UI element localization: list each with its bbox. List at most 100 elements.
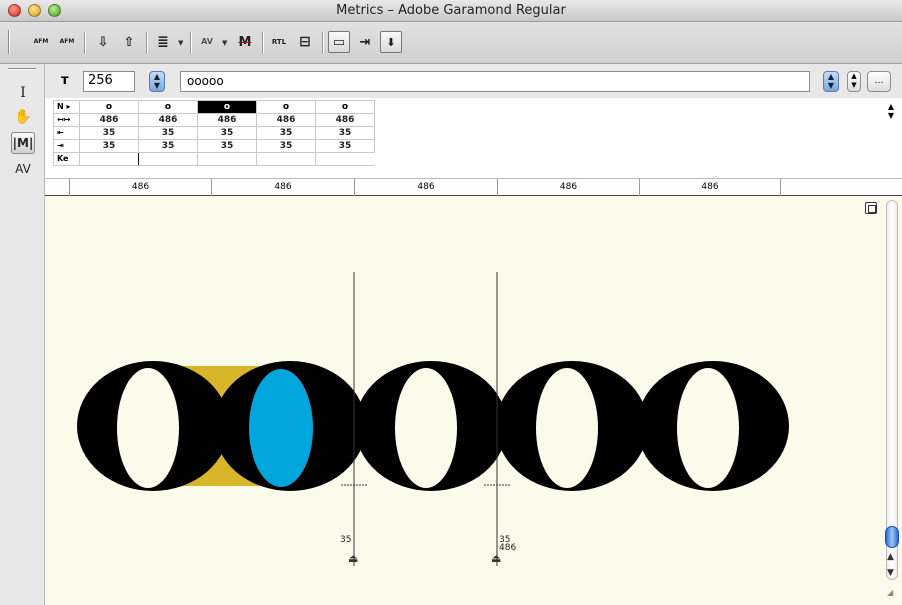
show-table-button[interactable]: ⬇ [380,31,402,53]
show-kerning-button[interactable]: ⇥ [354,31,376,53]
right-sidebearing-handle-icon[interactable]: ⏏ [491,552,501,565]
left-sidebearing-value: 35 [340,535,352,545]
scroll-up-icon[interactable]: ▲ [887,552,894,562]
import-icon: ⇩ [97,34,109,50]
open-afm-button[interactable]: AFM [30,31,52,53]
metrics-button[interactable]: M [234,31,256,53]
kerning-cell[interactable] [197,152,257,166]
rsb-cell[interactable]: 35 [315,139,375,153]
lsb-cell[interactable]: 35 [79,126,139,140]
width-cell[interactable]: 486 [256,113,316,127]
show-metrics-icon: ▭ [332,34,346,50]
advance-ruler: 486 486 486 486 486 [45,178,902,196]
glyph-o[interactable] [637,361,789,491]
glyph-name-cell-selected[interactable]: o [197,100,257,114]
font-size-field[interactable]: 256 [83,71,135,92]
kerning-cell[interactable] [79,152,139,166]
line-stepper[interactable]: ▲ ▼ [847,71,861,92]
kerning-row: Ke [53,152,375,166]
ruler-cell: 486 [639,179,781,196]
metrics-tool[interactable]: |M| [11,132,35,154]
show-metrics-button[interactable]: ▭ [328,31,350,53]
auto-kern-button[interactable]: AV [196,31,218,53]
metrics-tool-icon: |M| [12,136,34,150]
kerning-pairs-dropdown-arrow[interactable]: ▼ [178,39,183,47]
resize-grip-icon[interactable]: ◢ [887,588,893,597]
rtl-button[interactable]: RTL [268,31,290,53]
rsb-cell[interactable]: 35 [197,139,257,153]
kerning-tool[interactable]: AV [11,158,35,180]
advance-width-value: 486 [499,543,517,553]
metrics-table-area: N ▸ o o o o o ↤↦ 486 486 486 486 486 ⇤ 3… [45,98,902,178]
import-button[interactable]: ⇩ [92,31,114,53]
toolbar-separator [262,32,263,54]
text-cursor-icon: I [20,85,26,101]
ruler-cell: 486 [354,179,497,196]
metrics-table: N ▸ o o o o o ↤↦ 486 486 486 486 486 ⇤ 3… [53,100,375,166]
width-cell[interactable]: 486 [197,113,257,127]
lsb-cell[interactable]: 35 [256,126,316,140]
glyph-o[interactable] [77,361,229,491]
sample-text-field[interactable]: ooooo [180,71,810,92]
export-button[interactable]: ⇧ [118,31,140,53]
kerning-tool-icon: AV [15,162,31,176]
metrics-canvas[interactable]: 35 35 486 ⏏ ⏏ [45,196,882,605]
glyph-name-cell[interactable]: o [315,100,375,114]
glyph-o[interactable] [355,361,507,491]
scroll-track[interactable] [886,200,898,580]
glyph-o-selected[interactable] [214,361,366,491]
scroll-down-icon[interactable]: ▼ [887,568,894,578]
center-button[interactable]: ⊟ [294,31,316,53]
width-label: ↤↦ [53,113,80,127]
rsb-cell[interactable]: 35 [256,139,316,153]
text-tool[interactable]: I [11,82,35,104]
font-size-stepper[interactable]: ▲ ▼ [149,71,165,92]
save-afm-button[interactable]: AFM [56,31,78,53]
ruler-cell: 486 [497,179,639,196]
lsb-label: ⇤ [53,126,80,140]
glyph-name-cell[interactable]: o [79,100,139,114]
afm-open-icon: AFM [33,38,49,45]
lsb-cell[interactable]: 35 [197,126,257,140]
toolbar-grip[interactable] [8,30,10,54]
kerning-cell[interactable] [138,152,198,166]
auto-kern-dropdown-arrow[interactable]: ▼ [222,39,227,47]
glyph-name-cell[interactable]: o [138,100,198,114]
toolbar-separator [190,32,191,54]
show-table-icon: ⬇ [386,35,396,49]
lsb-row: ⇤ 35 35 35 35 35 [53,126,375,140]
more-options-button[interactable]: … [867,71,891,92]
kerning-pairs-button[interactable]: ≣ [152,31,174,53]
rsb-label: ⇥ [53,139,80,153]
toolbar-separator [322,32,323,54]
palette-grip[interactable] [8,68,36,70]
width-cell[interactable]: 486 [315,113,375,127]
rsb-cell[interactable]: 35 [79,139,139,153]
center-icon: ⊟ [299,34,311,50]
export-icon: ⇧ [123,34,135,50]
font-size-icon: т [61,73,69,88]
ruler-cell: 486 [211,179,354,196]
toolbar: AFM AFM ⇩ ⇧ ≣ ▼ AV ▼ M RTL ⊟ ▭ ⇥ ⬇ [0,22,902,64]
vertical-scrollbar[interactable]: ▲ ▼ ◢ [882,196,902,605]
hand-tool[interactable]: ✋ [11,106,35,128]
table-scroll-stepper[interactable]: ▲ ▼ [888,102,894,120]
kerning-cell[interactable] [256,152,316,166]
width-cell[interactable]: 486 [138,113,198,127]
kerning-cell[interactable] [315,152,375,166]
lsb-cell[interactable]: 35 [315,126,375,140]
tool-palette: I ✋ |M| AV [0,64,45,605]
text-history-stepper[interactable]: ▲ ▼ [823,71,839,92]
left-sidebearing-handle-icon[interactable]: ⏏ [348,552,358,565]
glyph-o[interactable] [496,361,648,491]
rsb-row: ⇥ 35 35 35 35 35 [53,139,375,153]
scroll-thumb[interactable] [885,526,899,548]
glyph-name-cell[interactable]: o [256,100,316,114]
metrics-m-icon: M [238,34,252,50]
name-label: N ▸ [53,100,80,114]
width-cell[interactable]: 486 [79,113,139,127]
lsb-cell[interactable]: 35 [138,126,198,140]
kerning-label: Ke [53,152,80,166]
hand-icon: ✋ [14,109,32,125]
rsb-cell[interactable]: 35 [138,139,198,153]
